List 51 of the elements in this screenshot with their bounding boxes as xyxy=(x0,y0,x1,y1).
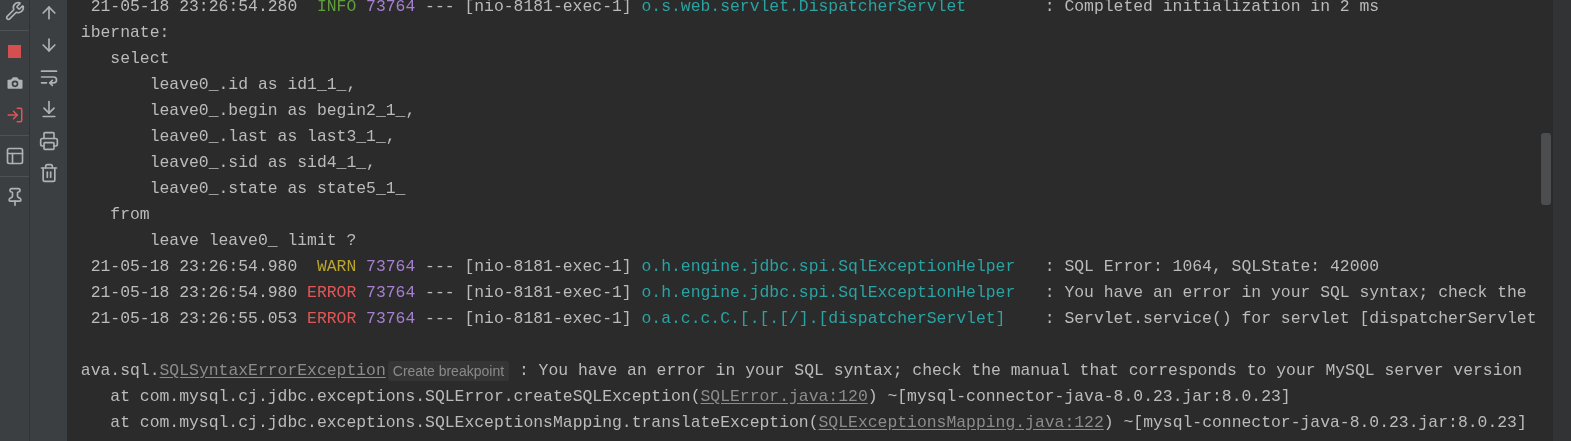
dash-separator: --- xyxy=(425,307,455,330)
dash-separator: --- xyxy=(425,281,455,304)
logger-name: o.h.engine.jdbc.spi.SqlExceptionHelper xyxy=(641,281,1016,304)
timestamp: 21-05-18 23:26:54.980 xyxy=(90,255,298,278)
thread-name: [nio-8181-exec-1] xyxy=(464,307,632,330)
log-text: leave0_.sid as sid4_1_, xyxy=(148,151,376,174)
printer-icon[interactable] xyxy=(38,131,59,151)
source-link[interactable]: SQLExceptionsMapping.java:122 xyxy=(818,410,1104,436)
log-level: WARN xyxy=(315,255,357,278)
log-message: : SQL Error: 1064, SQLState: 42000 xyxy=(1044,255,1380,278)
timestamp: 21-05-18 23:26:54.980 xyxy=(90,281,298,304)
log-message: : You have an error in your SQL syntax; check the xyxy=(1044,281,1527,304)
timestamp: 21-05-18 23:26:55.053 xyxy=(90,307,298,330)
log-text: ) ~[mysql-connector-java-8.0.23.jar:8.0.23] xyxy=(1103,411,1527,434)
logger-name: o.a.c.c.C.[.[.[/].[dispatcherServlet] xyxy=(641,307,1006,330)
log-level: ERROR xyxy=(307,281,357,304)
breakpoint-hint[interactable]: Create breakpoint xyxy=(387,361,510,381)
process-id: 73764 xyxy=(366,307,416,330)
log-text: leave leave0_ limit ? xyxy=(148,229,357,252)
log-text: at com.mysql.cj.jdbc.exceptions.SQLExceptionsMapping.translateException( xyxy=(109,411,819,434)
source-link[interactable]: SQLSyntaxErrorException xyxy=(159,358,386,384)
log-level: ERROR xyxy=(307,307,357,330)
log-text: leave0_.begin as begin2_1_, xyxy=(148,99,416,122)
exit-icon[interactable] xyxy=(5,105,24,125)
thread-name: [nio-8181-exec-1] xyxy=(464,255,632,278)
log-text: leave0_.id as id1_1_, xyxy=(148,73,357,96)
log-text: : You have an error in your SQL syntax; check the manual that corresponds to your MySQL server version xyxy=(517,359,1523,382)
settings-icon[interactable] xyxy=(4,1,25,21)
timestamp: 21-05-18 23:26:54.280 xyxy=(90,0,298,18)
log-message: : Servlet.service() for servlet [dispatcherServlet xyxy=(1044,307,1537,330)
process-id: 73764 xyxy=(366,0,416,18)
process-id: 73764 xyxy=(366,255,416,278)
log-text: leave0_.last as last3_1_, xyxy=(148,125,396,148)
log-text: ava.sql. xyxy=(80,359,160,382)
logger-name: o.h.engine.jdbc.spi.SqlExceptionHelper xyxy=(641,255,1016,278)
process-id: 73764 xyxy=(366,281,416,304)
log-text: ibernate: xyxy=(80,21,170,44)
log-level: INFO xyxy=(315,0,357,18)
dash-separator: --- xyxy=(425,0,455,18)
soft-wrap-icon[interactable] xyxy=(38,67,59,87)
log-text: from xyxy=(109,203,150,226)
layout-icon[interactable] xyxy=(4,146,25,166)
log-text: ) ~[mysql-connector-java-8.0.23.jar:8.0.23] xyxy=(867,385,1291,408)
log-text: at com.mysql.cj.jdbc.exceptions.SQLError.createSQLException( xyxy=(109,385,701,408)
trash-icon[interactable] xyxy=(38,163,59,183)
thread-name: [nio-8181-exec-1] xyxy=(464,281,632,304)
source-link[interactable]: SQLError.java:120 xyxy=(700,384,868,410)
log-text: select xyxy=(109,47,170,70)
scrollbar-thumb[interactable] xyxy=(1541,133,1551,205)
dash-separator: --- xyxy=(425,255,455,278)
log-text: leave0_.state as state5_1_ xyxy=(148,177,406,200)
